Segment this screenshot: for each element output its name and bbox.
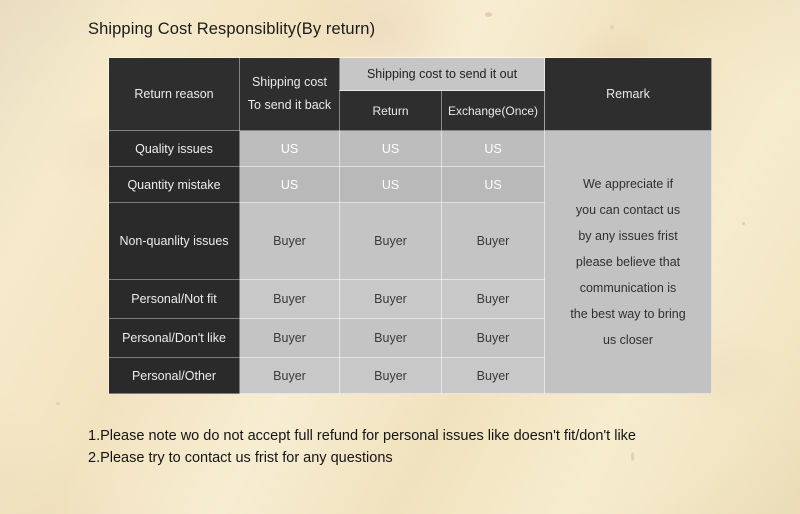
shipping-cost-table: Return reason Shipping cost To send it b… bbox=[108, 57, 713, 394]
row-label-personal-other: Personal/Other bbox=[108, 357, 240, 394]
header-send-out-return: Return bbox=[339, 90, 442, 131]
remark-line: you can contact us bbox=[575, 203, 681, 217]
paper-speck bbox=[485, 12, 492, 17]
cell-send-back: US bbox=[239, 166, 340, 203]
header-return-reason: Return reason bbox=[108, 57, 240, 131]
cell-send-back: Buyer bbox=[239, 279, 340, 319]
row-label-quantity-mistake: Quantity mistake bbox=[108, 166, 240, 203]
header-remark: Remark bbox=[544, 57, 713, 131]
remark-text: We appreciate if you can contact us by a… bbox=[544, 130, 713, 394]
row-label-non-quality-issues: Non-quanlity issues bbox=[108, 202, 240, 280]
page-title: Shipping Cost Responsiblity(By return) bbox=[88, 20, 376, 38]
cell-exchange: Buyer bbox=[440, 279, 546, 319]
cell-exchange: Buyer bbox=[440, 318, 546, 358]
remark-line: us closer bbox=[603, 333, 654, 347]
cell-send-back: Buyer bbox=[239, 318, 340, 358]
shipping-cost-table-wrapper: Return reason Shipping cost To send it b… bbox=[108, 57, 713, 394]
cell-return: Buyer bbox=[339, 279, 442, 319]
row-label-personal-not-fit: Personal/Not fit bbox=[108, 279, 240, 319]
footer-note-2: 2.Please try to contact us frist for any… bbox=[88, 450, 393, 467]
row-label-personal-dont-like: Personal/Don't like bbox=[108, 318, 240, 358]
paper-speck bbox=[742, 222, 745, 225]
footer-note-1: 1.Please note wo do not accept full refu… bbox=[88, 428, 636, 444]
cell-exchange: Buyer bbox=[440, 357, 546, 394]
cell-send-back: US bbox=[239, 130, 340, 167]
paper-speck bbox=[56, 402, 60, 405]
header-shipping-cost-line2: To send it back bbox=[247, 98, 332, 112]
header-shipping-cost-line1: Shipping cost bbox=[251, 74, 328, 89]
cell-return: US bbox=[339, 130, 442, 167]
remark-line: please believe that bbox=[575, 255, 681, 269]
remark-line: by any issues frist bbox=[578, 229, 678, 243]
cell-send-back: Buyer bbox=[239, 357, 340, 394]
table-header-row-1: Return reason Shipping cost To send it b… bbox=[108, 57, 713, 131]
remark-line: communication is bbox=[579, 281, 677, 295]
cell-return: US bbox=[339, 166, 442, 203]
remark-line: the best way to bring bbox=[570, 307, 686, 321]
row-label-quality-issues: Quality issues bbox=[108, 130, 240, 167]
paper-speck bbox=[610, 25, 614, 29]
footer-notes: 1.Please note wo do not accept full refu… bbox=[88, 425, 636, 470]
cell-exchange: Buyer bbox=[440, 202, 546, 280]
shipping-policy-page: Shipping Cost Responsiblity(By return) R… bbox=[0, 0, 800, 514]
header-shipping-cost-send-back: Shipping cost To send it back bbox=[239, 57, 340, 131]
header-shipping-cost-send-out: Shipping cost to send it out bbox=[338, 57, 546, 91]
header-send-out-exchange: Exchange(Once) bbox=[440, 90, 546, 131]
cell-return: Buyer bbox=[339, 202, 442, 280]
cell-send-back: Buyer bbox=[239, 202, 340, 280]
cell-return: Buyer bbox=[339, 318, 442, 358]
cell-exchange: US bbox=[440, 166, 546, 203]
remark-line: We appreciate if bbox=[582, 177, 674, 191]
cell-exchange: US bbox=[440, 130, 546, 167]
cell-return: Buyer bbox=[339, 357, 442, 394]
table-row: Quality issues US US US We appreciate if… bbox=[108, 130, 713, 394]
